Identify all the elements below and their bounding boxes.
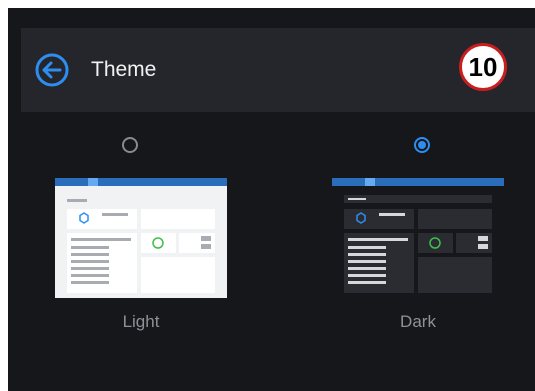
dark-theme-radio[interactable]: [414, 137, 430, 153]
dark-theme-preview[interactable]: [332, 178, 504, 298]
arrow-left-circle-icon: [35, 53, 69, 87]
step-number-badge: 10: [459, 43, 507, 91]
dark-theme-label: Dark: [400, 312, 436, 331]
light-theme-label: Light: [122, 312, 160, 331]
page-title: Theme: [91, 58, 157, 81]
light-theme-preview[interactable]: [55, 178, 227, 298]
step-number: 10: [468, 51, 498, 82]
light-theme-radio[interactable]: [122, 137, 138, 153]
back-button[interactable]: [33, 51, 71, 89]
header-bar: Theme 10: [21, 28, 535, 112]
theme-settings-screen: Theme 10 Light Dark: [8, 8, 535, 391]
